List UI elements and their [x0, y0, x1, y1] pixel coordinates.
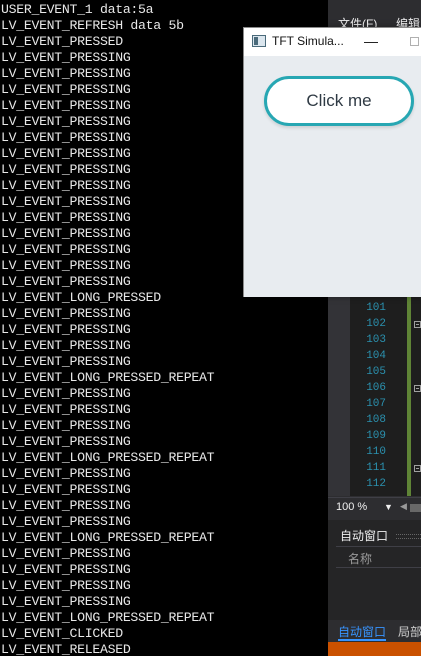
console-line: LV_EVENT_PRESSING	[1, 194, 131, 209]
line-number: 102	[366, 318, 386, 330]
console-line: LV_EVENT_RELEASED	[1, 642, 131, 656]
line-number: 112	[366, 478, 386, 490]
line-number: 101	[366, 302, 386, 314]
console-line: LV_EVENT_PRESSING	[1, 66, 131, 81]
console-line: LV_EVENT_LONG_PRESSED_REPEAT	[1, 530, 215, 545]
console-line: LV_EVENT_PRESSING	[1, 482, 131, 497]
console-lines: USER_EVENT_1 data:5a LV_EVENT_REFRESH dat…	[1, 2, 214, 656]
editor-status-strip: 100 % ▼ ◀	[328, 497, 421, 518]
chevron-down-icon[interactable]: ▼	[384, 502, 393, 512]
line-number: 106	[366, 382, 386, 394]
zoom-level[interactable]: 100 %	[336, 501, 367, 513]
console-line: LV_EVENT_REFRESH data 5b	[1, 18, 184, 33]
app-window-icon	[252, 35, 266, 47]
line-number: 105	[366, 366, 386, 378]
console-line: LV_EVENT_PRESSING	[1, 434, 131, 449]
auto-window-panel: 自动窗口 名称	[328, 520, 421, 620]
console-line: LV_EVENT_PRESSING	[1, 402, 131, 417]
console-line: LV_EVENT_PRESSING	[1, 274, 131, 289]
auto-window-title: 自动窗口	[340, 529, 389, 543]
console-line: LV_EVENT_PRESSING	[1, 578, 131, 593]
console-line: LV_EVENT_PRESSING	[1, 546, 131, 561]
tft-title-bar[interactable]: TFT Simula... —	[244, 28, 421, 56]
line-number: 108	[366, 414, 386, 426]
panel-grip[interactable]	[396, 534, 421, 539]
console-line: LV_EVENT_PRESSING	[1, 418, 131, 433]
console-line: LV_EVENT_PRESSING	[1, 146, 131, 161]
maximize-button[interactable]	[410, 37, 419, 46]
console-line: LV_EVENT_PRESSING	[1, 210, 131, 225]
fold-toggle-icon[interactable]	[414, 465, 421, 472]
minimize-button[interactable]: —	[364, 32, 378, 50]
console-line: LV_EVENT_LONG_PRESSED	[1, 290, 161, 305]
tft-window-title: TFT Simula...	[272, 34, 344, 48]
ide-title-bar	[328, 0, 421, 12]
console-line: LV_EVENT_LONG_PRESSED_REPEAT	[1, 370, 215, 385]
line-number: 111	[366, 462, 386, 474]
console-line: LV_EVENT_PRESSING	[1, 498, 131, 513]
console-line: LV_EVENT_PRESSING	[1, 258, 131, 273]
console-line: USER_EVENT_1 data:5a	[1, 2, 154, 17]
tft-simulator-window: TFT Simula... — Click me	[243, 27, 421, 297]
console-line: LV_EVENT_PRESSING	[1, 114, 131, 129]
console-line: LV_EVENT_PRESSING	[1, 322, 131, 337]
console-line: LV_EVENT_PRESSING	[1, 130, 131, 145]
horizontal-scrollbar-thumb[interactable]	[410, 504, 421, 512]
console-line: LV_EVENT_PRESSING	[1, 562, 131, 577]
console-line: LV_EVENT_PRESSING	[1, 82, 131, 97]
bottom-tab-bar: 自动窗口 局部	[328, 620, 421, 642]
console-line: LV_EVENT_PRESSING	[1, 466, 131, 481]
console-line: LV_EVENT_PRESSED	[1, 34, 123, 49]
scroll-left-icon[interactable]: ◀	[400, 501, 407, 512]
tab-auto-window[interactable]: 自动窗口	[338, 623, 387, 641]
auto-window-header: 名称	[336, 546, 421, 568]
console-line: LV_EVENT_PRESSING	[1, 178, 131, 193]
column-header-name[interactable]: 名称	[348, 550, 372, 567]
console-line: LV_EVENT_PRESSING	[1, 338, 131, 353]
line-number: 103	[366, 334, 386, 346]
tft-display: Click me	[244, 56, 421, 297]
console-line: LV_EVENT_PRESSING	[1, 594, 131, 609]
console-line: LV_EVENT_PRESSING	[1, 162, 131, 177]
console-line: LV_EVENT_PRESSING	[1, 98, 131, 113]
line-number: 104	[366, 350, 386, 362]
line-number: 109	[366, 430, 386, 442]
click-me-button[interactable]: Click me	[264, 76, 414, 126]
tab-locals[interactable]: 局部	[398, 623, 421, 639]
fold-toggle-icon[interactable]	[414, 385, 421, 392]
console-line: LV_EVENT_PRESSING	[1, 226, 131, 241]
console-line: LV_EVENT_PRESSING	[1, 514, 131, 529]
console-line: LV_EVENT_PRESSING	[1, 386, 131, 401]
console-line: LV_EVENT_LONG_PRESSED_REPEAT	[1, 610, 215, 625]
console-line: LV_EVENT_PRESSING	[1, 306, 131, 321]
line-number: 107	[366, 398, 386, 410]
console-line: LV_EVENT_PRESSING	[1, 50, 131, 65]
fold-toggle-icon[interactable]	[414, 321, 421, 328]
console-line: LV_EVENT_LONG_PRESSED_REPEAT	[1, 450, 215, 465]
console-line: LV_EVENT_PRESSING	[1, 242, 131, 257]
change-tracking-bar	[407, 290, 411, 496]
ide-status-bar	[328, 642, 421, 656]
console-line: LV_EVENT_CLICKED	[1, 626, 123, 641]
line-number-gutter: 101 102 103 104 105 106 107 108 109 110 111 112	[350, 300, 386, 492]
line-number: 110	[366, 446, 386, 458]
console-line: LV_EVENT_PRESSING	[1, 354, 131, 369]
